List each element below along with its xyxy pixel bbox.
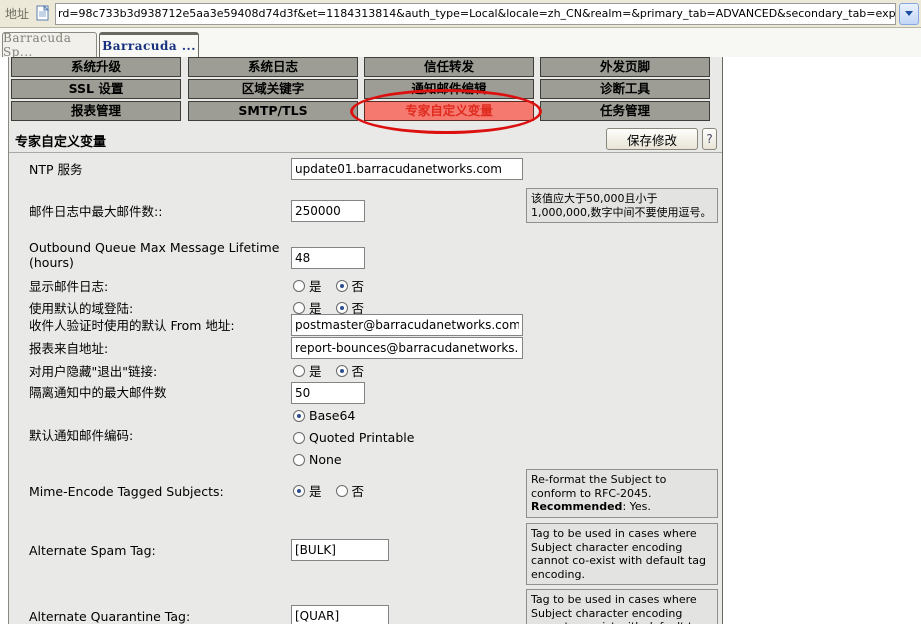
radio-label-quoted-printable: Quoted Printable — [309, 430, 414, 445]
address-label: 地址 — [5, 5, 29, 22]
domlogin-label: 使用默认的域登陆: — [29, 301, 133, 316]
showlog-radio-group: 是 否 — [293, 278, 374, 293]
encoding-radio-base64[interactable] — [293, 410, 305, 422]
maxmsg-input[interactable] — [291, 200, 365, 222]
quartag-input[interactable] — [291, 605, 389, 624]
domlogin-radio-group: 是 否 — [293, 300, 374, 315]
mime-hint-text: Re-format the Subject to conform to RFC-… — [531, 473, 666, 500]
menu-item-report-management[interactable]: 报表管理 — [11, 101, 181, 121]
menu-item-system-upgrade[interactable]: 系统升级 — [11, 57, 181, 77]
page-title: 专家自定义变量 — [15, 131, 106, 150]
spamtag-label: Alternate Spam Tag: — [29, 543, 156, 558]
menu-item-outbound-footer[interactable]: 外发页脚 — [540, 57, 710, 77]
url-input[interactable]: rd=98c733b3d938712e5aa3e59408d74d3f&et=1… — [55, 3, 896, 25]
app-body: 系统升级 系统日志 信任转发 外发页脚 SSL 设置 区域关键字 通知邮件编辑 … — [8, 57, 723, 624]
encoding-radio-none[interactable] — [293, 454, 305, 466]
report-label: 报表来自地址: — [29, 341, 108, 356]
save-button[interactable]: 保存修改 — [606, 128, 698, 150]
encoding-option-base64: Base64 — [293, 408, 365, 423]
menu-item-notification-editor[interactable]: 通知邮件编辑 — [364, 79, 534, 99]
browser-tab-barracuda-active[interactable]: Barracuda ... — [99, 32, 199, 57]
section-header: 专家自定义变量 保存修改 ? — [9, 125, 723, 153]
quarmax-input[interactable] — [291, 382, 365, 404]
queue-input[interactable] — [291, 247, 365, 269]
showlog-radio-no[interactable] — [336, 280, 348, 292]
radio-label-yes: 是 — [309, 481, 322, 500]
menu-item-diagnostic-tools[interactable]: 诊断工具 — [540, 79, 710, 99]
browser-tab-bar: Barracuda Sp... Barracuda ... — [0, 28, 921, 57]
mime-radio-yes[interactable] — [293, 485, 305, 497]
page-icon — [35, 5, 51, 22]
menu-item-system-log[interactable]: 系统日志 — [188, 57, 358, 77]
ntp-label: NTP 服务 — [29, 162, 83, 177]
radio-label-yes: 是 — [309, 276, 322, 295]
showlog-radio-yes[interactable] — [293, 280, 305, 292]
hidelogout-radio-no[interactable] — [336, 365, 348, 377]
menu-item-expert-variables[interactable]: 专家自定义变量 — [364, 101, 534, 121]
from-input[interactable] — [291, 314, 523, 336]
chevron-down-icon — [905, 11, 913, 16]
mime-hint-recommended: Recommended — [531, 500, 622, 513]
quarmax-label: 隔离通知中的最大邮件数 — [29, 385, 167, 400]
hidelogout-radio-yes[interactable] — [293, 365, 305, 377]
browser-window: 地址 rd=98c733b3d938712e5aa3e59408d74d3f&e… — [0, 0, 921, 624]
ntp-input[interactable] — [291, 158, 523, 180]
mime-radio-no[interactable] — [336, 485, 348, 497]
encoding-label: 默认通知邮件编码: — [29, 428, 133, 443]
browser-tab-barracuda-sp[interactable]: Barracuda Sp... — [2, 32, 97, 57]
spamtag-hint: Tag to be used in cases where Subject ch… — [526, 523, 718, 585]
url-dropdown-button[interactable] — [899, 3, 919, 25]
maxmsg-label: 邮件日志中最大邮件数:: — [29, 204, 162, 219]
radio-label-no: 否 — [352, 276, 365, 295]
radio-label-base64: Base64 — [309, 408, 355, 423]
maxmsg-hint: 该值应大于50,000且小于 1,000,000,数字中间不要使用逗号。 — [526, 188, 718, 223]
quartag-hint: Tag to be used in cases where Subject ch… — [526, 589, 718, 624]
radio-label-yes: 是 — [309, 361, 322, 380]
encoding-radio-quoted-printable[interactable] — [293, 432, 305, 444]
quartag-label: Alternate Quarantine Tag: — [29, 609, 190, 624]
mime-radio-group: 是 否 — [293, 483, 374, 498]
menu-item-ssl-settings[interactable]: SSL 设置 — [11, 79, 181, 99]
queue-label: Outbound Queue Max Message Lifetime (hou… — [29, 240, 287, 270]
from-label: 收件人验证时使用的默认 From 地址: — [29, 318, 235, 333]
domlogin-radio-yes[interactable] — [293, 302, 305, 314]
menu-item-smtp-tls[interactable]: SMTP/TLS — [188, 101, 358, 121]
mime-label: Mime-Encode Tagged Subjects: — [29, 484, 224, 499]
spamtag-input[interactable] — [291, 539, 389, 561]
address-bar: 地址 rd=98c733b3d938712e5aa3e59408d74d3f&e… — [0, 0, 921, 28]
hidelogout-label: 对用户隐藏"退出"链接: — [29, 364, 157, 379]
encoding-option-none: None — [293, 452, 352, 467]
menu-item-regional-keywords[interactable]: 区域关键字 — [188, 79, 358, 99]
menu-item-trusted-forwarding[interactable]: 信任转发 — [364, 57, 534, 77]
hidelogout-radio-group: 是 否 — [293, 363, 374, 378]
mime-hint-tail: : Yes. — [622, 500, 650, 513]
report-input[interactable] — [291, 337, 523, 359]
url-text: rd=98c733b3d938712e5aa3e59408d74d3f&et=1… — [58, 7, 896, 20]
encoding-option-qp: Quoted Printable — [293, 430, 424, 445]
mime-hint: Re-format the Subject to conform to RFC-… — [526, 469, 718, 518]
showlog-label: 显示邮件日志: — [29, 279, 108, 294]
radio-label-no: 否 — [352, 481, 365, 500]
menu-item-task-management[interactable]: 任务管理 — [540, 101, 710, 121]
radio-label-none: None — [309, 452, 342, 467]
domlogin-radio-no[interactable] — [336, 302, 348, 314]
help-button[interactable]: ? — [702, 128, 717, 150]
radio-label-no: 否 — [352, 361, 365, 380]
